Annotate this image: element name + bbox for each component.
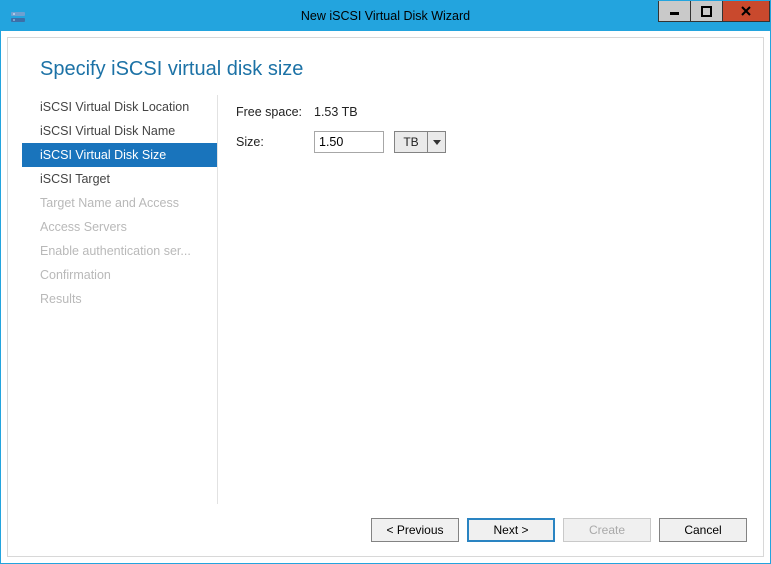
wizard-window: New iSCSI Virtual Disk Wizard Specify iS… [0,0,771,564]
previous-button[interactable]: < Previous [371,518,459,542]
footer: < Previous Next > Create Cancel [8,504,763,556]
step-results: Results [22,287,217,311]
content-pane: Free space: 1.53 TB Size: TB [218,95,763,504]
maximize-icon [701,6,712,17]
titlebar: New iSCSI Virtual Disk Wizard [1,1,770,31]
size-unit-value: TB [394,131,428,153]
step-iscsi-target[interactable]: iSCSI Target [22,167,217,191]
free-space-value: 1.53 TB [314,105,358,119]
free-space-row: Free space: 1.53 TB [236,98,763,126]
page-title: Specify iSCSI virtual disk size [8,38,763,95]
window-controls [658,1,770,22]
step-enable-auth: Enable authentication ser... [22,239,217,263]
step-confirmation: Confirmation [22,263,217,287]
step-disk-location[interactable]: iSCSI Virtual Disk Location [22,95,217,119]
minimize-button[interactable] [658,1,690,22]
close-icon [740,5,752,17]
size-unit-dropdown[interactable] [428,131,446,153]
minimize-icon [669,6,680,17]
size-input[interactable] [314,131,384,153]
create-button: Create [563,518,651,542]
wizard-steps: iSCSI Virtual Disk Location iSCSI Virtua… [8,95,218,504]
maximize-button[interactable] [690,1,722,22]
size-row: Size: TB [236,128,763,156]
app-icon [9,7,27,25]
main-area: iSCSI Virtual Disk Location iSCSI Virtua… [8,95,763,504]
size-unit-combo[interactable]: TB [394,131,446,153]
next-button[interactable]: Next > [467,518,555,542]
wizard-body: Specify iSCSI virtual disk size iSCSI Vi… [7,37,764,557]
step-disk-size[interactable]: iSCSI Virtual Disk Size [22,143,217,167]
step-target-name: Target Name and Access [22,191,217,215]
free-space-label: Free space: [236,105,314,119]
step-disk-name[interactable]: iSCSI Virtual Disk Name [22,119,217,143]
step-access-servers: Access Servers [22,215,217,239]
close-button[interactable] [722,1,770,22]
window-title: New iSCSI Virtual Disk Wizard [301,9,470,23]
chevron-down-icon [433,140,441,145]
cancel-button[interactable]: Cancel [659,518,747,542]
size-label: Size: [236,135,314,149]
